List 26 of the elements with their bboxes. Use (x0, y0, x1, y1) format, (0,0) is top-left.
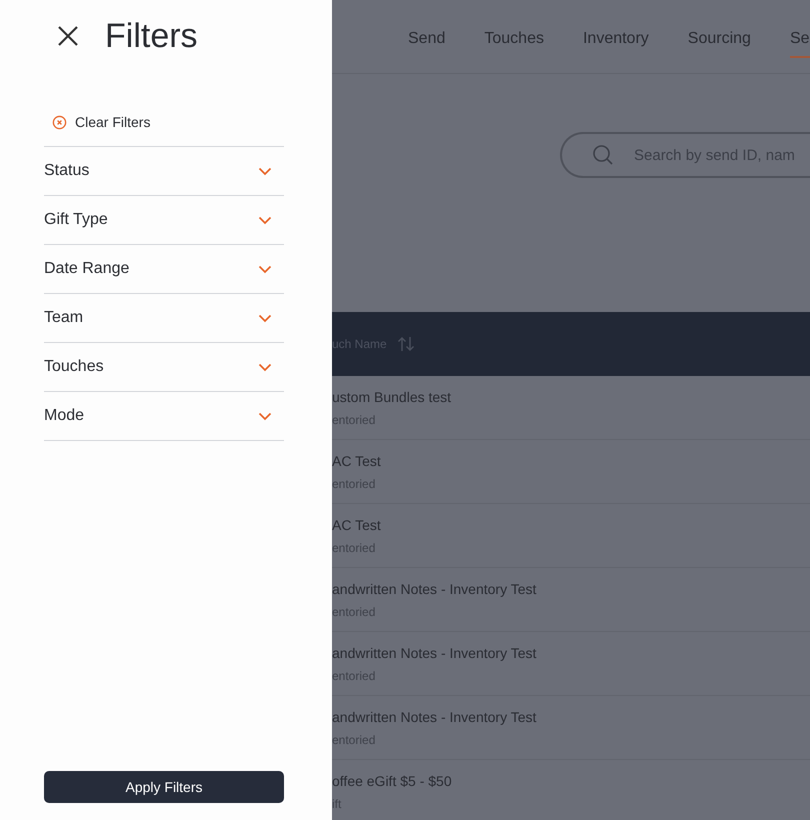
filter-accordion-item[interactable]: Gift Type (44, 196, 284, 245)
filter-label: Date Range (44, 260, 130, 278)
filter-label: Team (44, 309, 84, 327)
filter-label: Status (44, 162, 90, 180)
filter-accordion-item[interactable]: Mode (44, 392, 284, 441)
close-button[interactable] (57, 25, 79, 47)
apply-filters-button[interactable]: Apply Filters (44, 771, 284, 803)
drawer-title: Filters (105, 16, 198, 56)
filter-label: Touches (44, 358, 104, 376)
touch-name: offee eGift $5 - $50 (332, 772, 453, 788)
touch-name: AC Test (332, 452, 382, 468)
close-icon (57, 25, 79, 47)
search-icon (592, 144, 614, 166)
clear-icon (52, 114, 67, 130)
filter-accordion-item[interactable]: Touches (44, 343, 284, 392)
filter-label: Mode (44, 407, 84, 425)
filter-label: Gift Type (44, 211, 108, 229)
touch-name: ustom Bundles test (332, 388, 452, 404)
touch-name: AC Test (332, 516, 382, 532)
clear-filters-button[interactable]: Clear Filters (44, 113, 284, 131)
touch-name: andwritten Notes - Inventory Test (332, 580, 538, 596)
touch-name: andwritten Notes - Inventory Test (332, 708, 538, 724)
touch-name: andwritten Notes - Inventory Test (332, 644, 538, 660)
filter-accordion-item[interactable]: Date Range (44, 245, 284, 294)
filter-accordion-item[interactable]: Team (44, 294, 284, 343)
filter-accordion-item[interactable]: Status (44, 147, 284, 196)
